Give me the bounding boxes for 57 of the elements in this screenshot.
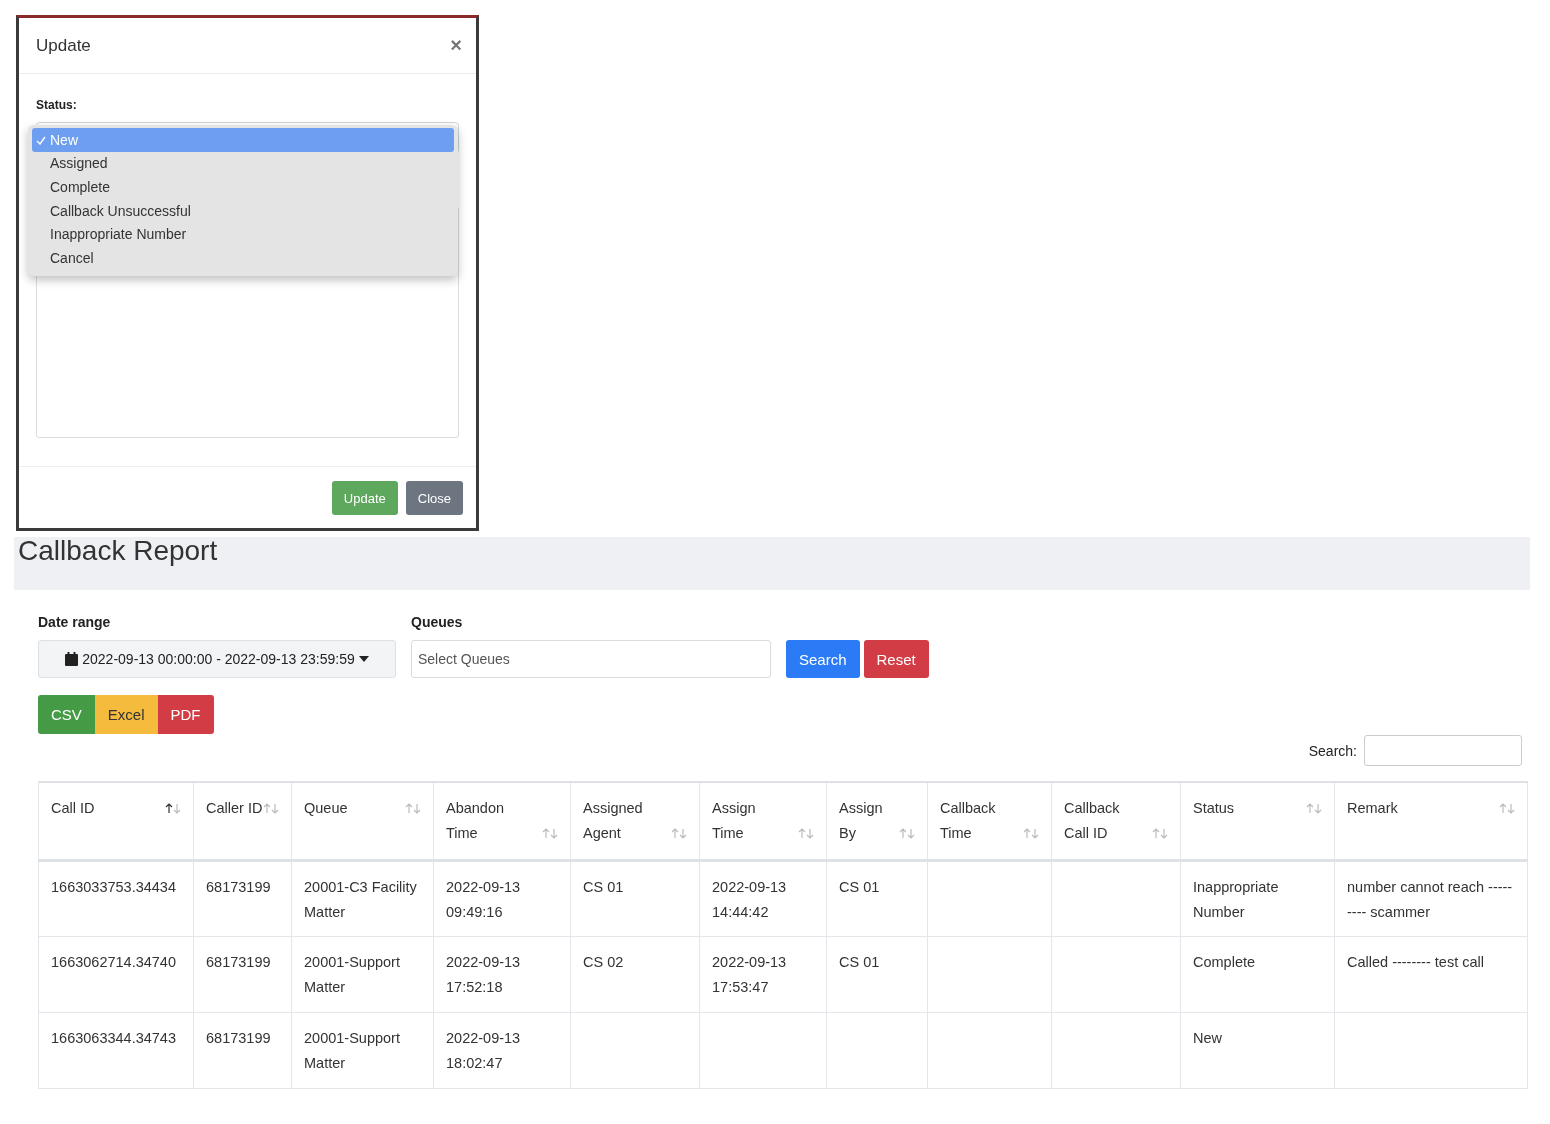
- table-cell: Complete: [1193, 954, 1256, 970]
- column-header[interactable]: Remark: [1334, 782, 1528, 861]
- search-button[interactable]: Search: [786, 640, 860, 678]
- table-cell: 2022-09-13 17:53:47: [712, 954, 787, 995]
- calendar-icon: [65, 652, 79, 666]
- dropdown-option[interactable]: Complete: [32, 175, 454, 199]
- close-dialog-button[interactable]: Close: [405, 481, 463, 515]
- table-search-field[interactable]: [1364, 735, 1522, 766]
- table-cell: 1663062714.34740: [51, 954, 176, 970]
- column-header[interactable]: Assigned Agent: [570, 782, 700, 861]
- table-cell: 2022-09-13 14:44:42: [712, 879, 787, 920]
- table-cell: 1663063344.34743: [51, 1030, 176, 1046]
- queues-label: Queues: [411, 614, 464, 630]
- table-cell: CS 01: [839, 879, 880, 895]
- table-cell: Called -------- test call: [1347, 954, 1484, 970]
- table-cell: 68173199: [206, 879, 271, 895]
- reset-button[interactable]: Reset: [863, 640, 929, 678]
- dropdown-option[interactable]: Assigned: [32, 151, 454, 176]
- table-cell: CS 01: [839, 954, 880, 970]
- column-header[interactable]: Assign Time: [699, 782, 827, 861]
- table-cell: 1663033753.34434: [51, 879, 176, 895]
- dialog-title: Update: [36, 35, 91, 56]
- table-cell: New: [1193, 1030, 1222, 1046]
- dropdown-option[interactable]: Callback Unsuccessful: [32, 198, 454, 223]
- column-header[interactable]: Queue: [291, 782, 434, 861]
- table-cell: 68173199: [206, 954, 271, 970]
- status-label: Status:: [36, 98, 78, 112]
- table-cell: 2022-09-13 18:02:47: [446, 1030, 521, 1071]
- page-title: Callback Report: [17, 537, 219, 565]
- column-header[interactable]: Caller ID: [193, 782, 292, 861]
- table-cell: CS 01: [583, 879, 624, 895]
- close-button[interactable]: ×: [450, 34, 462, 57]
- check-icon: [36, 136, 46, 145]
- table-cell: 2022-09-13 09:49:16: [446, 879, 521, 920]
- queues-field[interactable]: Select Queues: [411, 640, 771, 678]
- table-cell: 20001-Support Matter: [304, 1030, 400, 1071]
- column-header[interactable]: Callback Call ID: [1051, 782, 1181, 861]
- date-range-label: Date range: [38, 614, 112, 630]
- table-cell: CS 02: [583, 954, 624, 970]
- column-header[interactable]: Abandon Time: [433, 782, 571, 861]
- dropdown-option[interactable]: Cancel: [32, 245, 454, 270]
- search-label: Search:: [1308, 742, 1357, 759]
- column-header[interactable]: Status: [1180, 782, 1335, 861]
- table-cell: number cannot reach --------- scammer: [1347, 879, 1513, 920]
- column-header[interactable]: Assign By: [826, 782, 928, 861]
- date-range-picker[interactable]: 2022-09-13 00:00:00 - 2022-09-13 23:59:59: [38, 640, 396, 678]
- table-cell: Inappropriate Number: [1193, 879, 1279, 920]
- export-button[interactable]: Excel: [94, 695, 158, 734]
- table-cell: 20001-C3 Facility Matter: [304, 879, 417, 920]
- table-cell: 2022-09-13 17:52:18: [446, 954, 521, 995]
- dropdown-option[interactable]: Inappropriate Number: [32, 222, 454, 246]
- table-cell: 68173199: [206, 1030, 271, 1046]
- column-header[interactable]: Callback Time: [927, 782, 1052, 861]
- export-button[interactable]: PDF: [157, 695, 214, 734]
- caret-icon: [358, 656, 369, 662]
- table-cell: 20001-Support Matter: [304, 954, 400, 995]
- column-header[interactable]: Call ID: [38, 782, 194, 861]
